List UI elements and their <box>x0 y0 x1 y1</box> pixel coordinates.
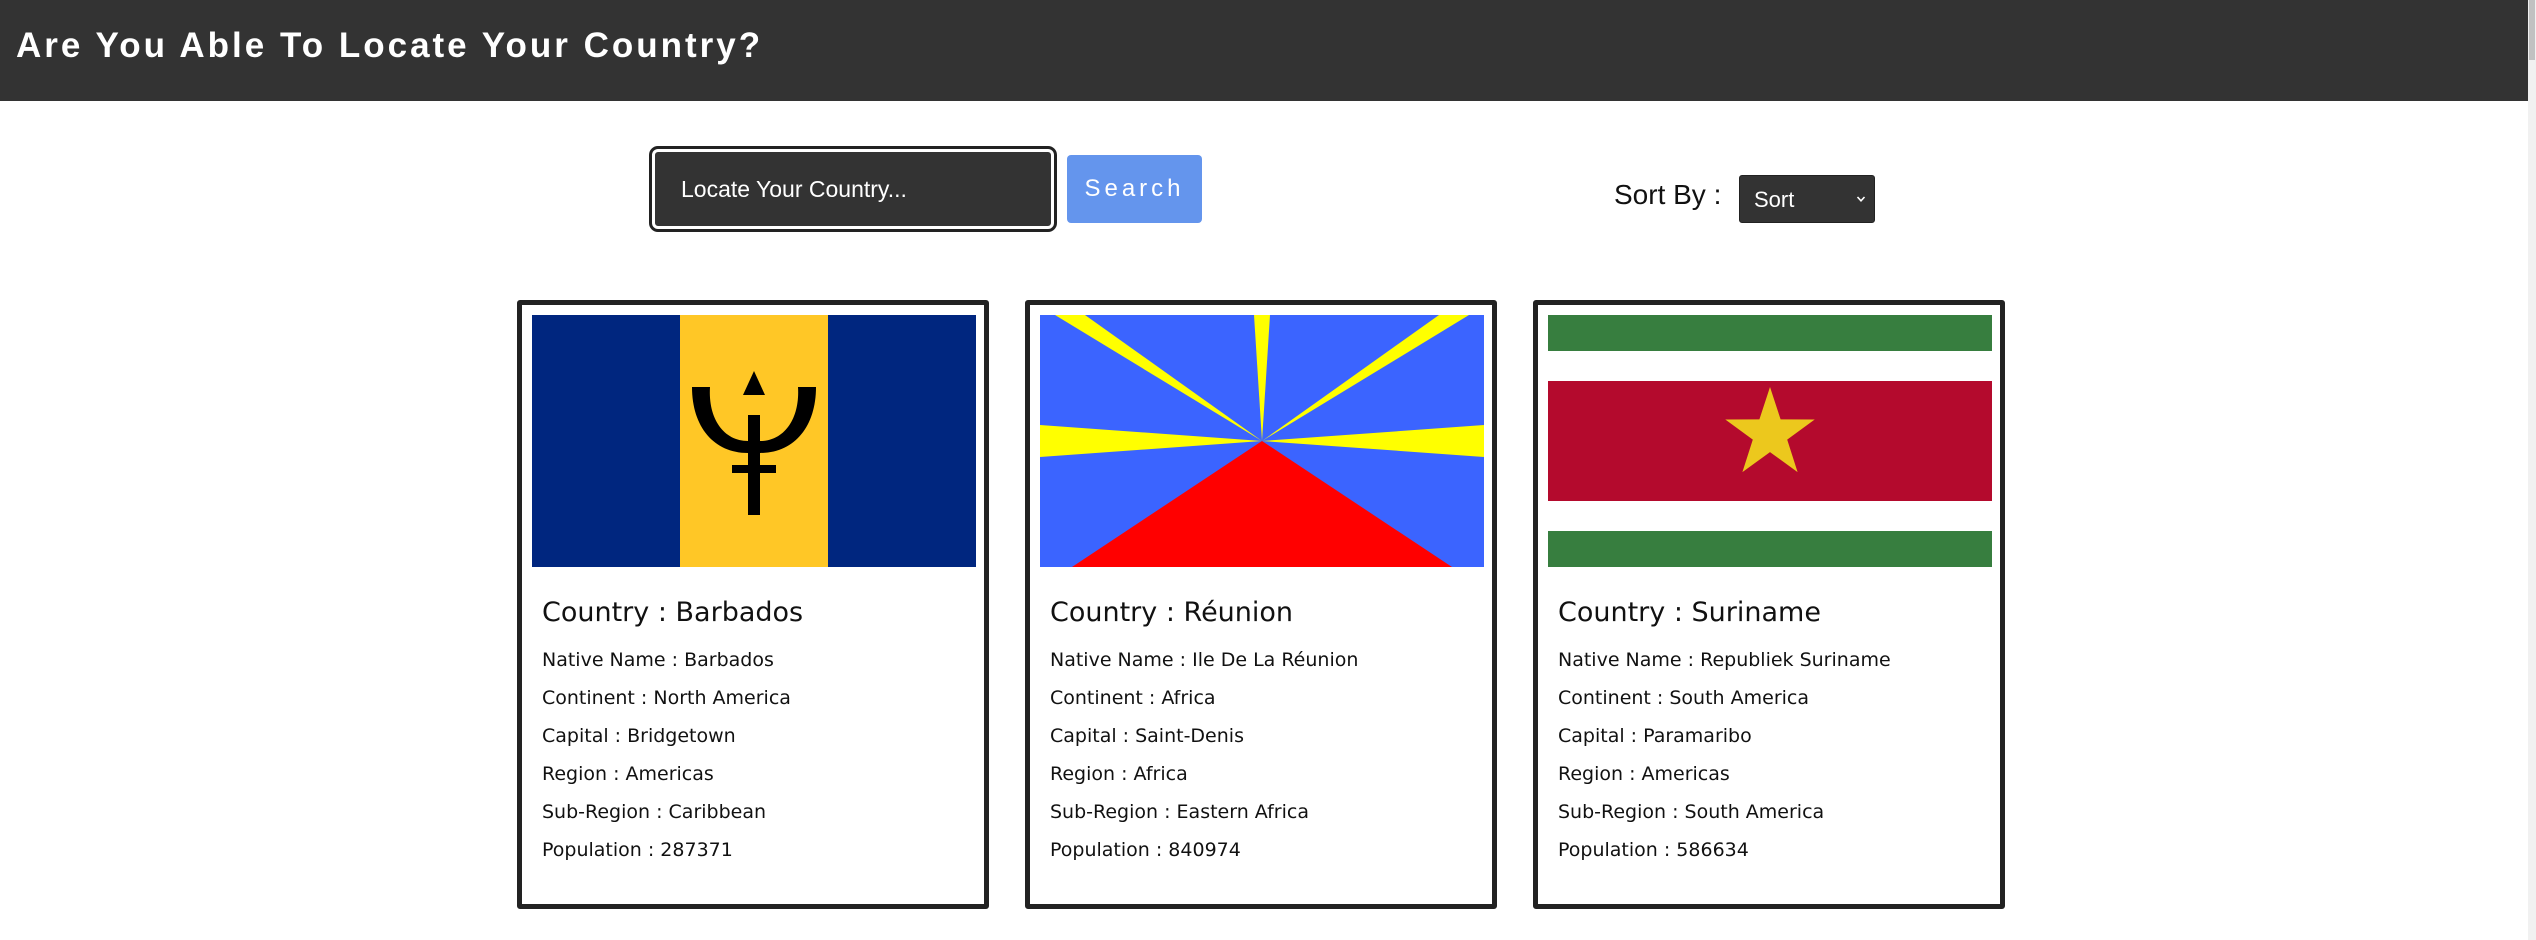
country-card-barbados[interactable]: Country : Barbados Native Name : Barbado… <box>517 300 989 909</box>
sub-region: Sub-Region : Eastern Africa <box>1050 801 1309 823</box>
reunion-flag-icon <box>1040 315 1484 567</box>
suriname-flag-icon <box>1548 315 1992 567</box>
continent: Continent : South America <box>1558 687 1809 709</box>
native-name: Native Name : Republiek Suriname <box>1558 649 1891 671</box>
sort-label: Sort By : <box>1614 179 1722 210</box>
search-input[interactable] <box>649 146 1057 232</box>
country-name: Country : Réunion <box>1050 597 1294 628</box>
population: Population : 840974 <box>1050 839 1241 861</box>
capital: Capital : Bridgetown <box>542 725 736 747</box>
region: Region : Africa <box>1050 763 1188 785</box>
continent: Continent : Africa <box>1050 687 1216 709</box>
capital: Capital : Saint-Denis <box>1050 725 1244 747</box>
barbados-flag-icon <box>532 315 976 567</box>
continent: Continent : North America <box>542 687 791 709</box>
chevron-down-icon <box>1856 196 1866 202</box>
country-card-reunion[interactable]: Country : Réunion Native Name : Ile De L… <box>1025 300 1497 909</box>
sort-selected-value: Sort <box>1754 187 1795 212</box>
vertical-scrollbar[interactable] <box>2528 0 2536 940</box>
country-name: Country : Barbados <box>542 597 804 628</box>
sub-region: Sub-Region : South America <box>1558 801 1825 823</box>
population: Population : 287371 <box>542 839 733 861</box>
capital: Capital : Paramaribo <box>1558 725 1752 747</box>
search-button[interactable]: Search <box>1067 155 1202 223</box>
page-header: Are You Able To Locate Your Country? <box>0 0 2528 101</box>
country-card-suriname[interactable]: Country : Suriname Native Name : Republi… <box>1533 300 2005 909</box>
country-name: Country : Suriname <box>1558 597 1821 628</box>
population: Population : 586634 <box>1558 839 1749 861</box>
native-name: Native Name : Ile De La Réunion <box>1050 649 1359 671</box>
scrollbar-thumb[interactable] <box>2529 0 2535 60</box>
page-title: Are You Able To Locate Your Country? <box>16 26 764 65</box>
region: Region : Americas <box>1558 763 1730 785</box>
sort-select[interactable]: Sort <box>1739 175 1875 223</box>
native-name: Native Name : Barbados <box>542 649 774 671</box>
sub-region: Sub-Region : Caribbean <box>542 801 767 823</box>
region: Region : Americas <box>542 763 714 785</box>
